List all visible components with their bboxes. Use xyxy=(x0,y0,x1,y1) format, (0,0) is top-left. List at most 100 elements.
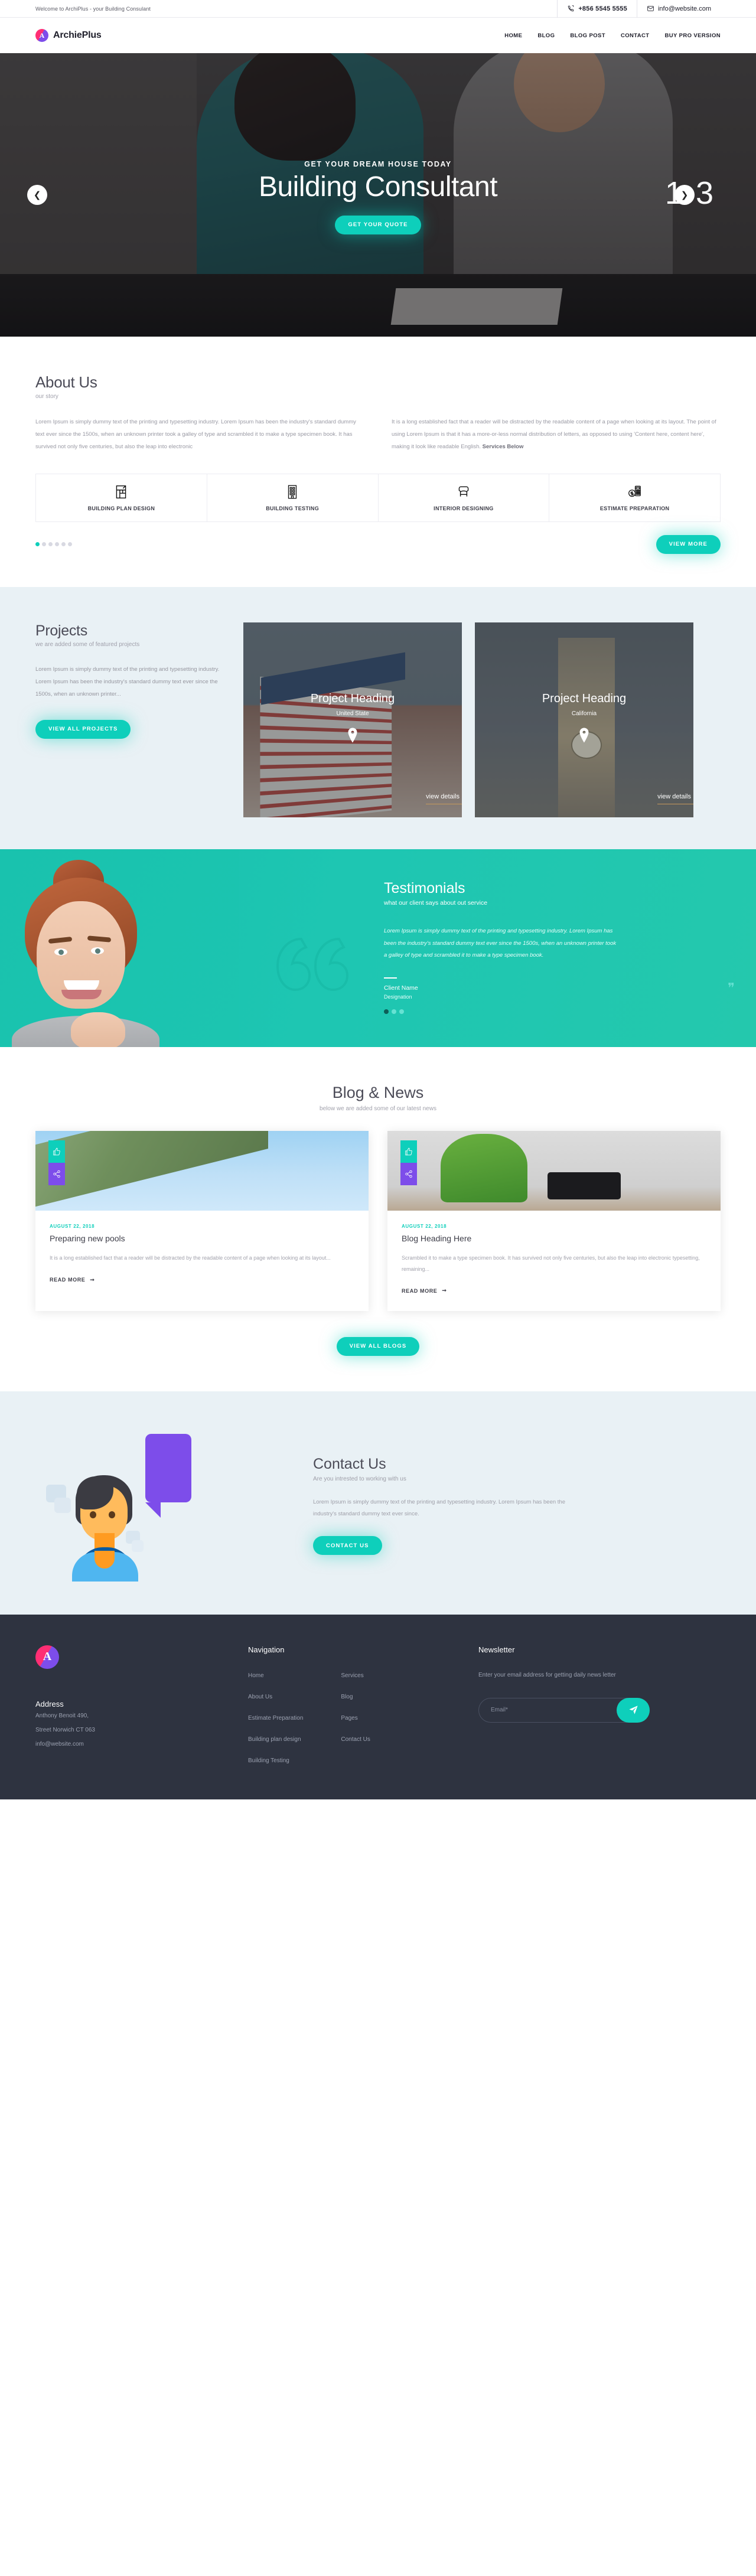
blog-thumbnail xyxy=(35,1131,369,1211)
read-more-label: READ MORE xyxy=(402,1288,437,1294)
footer-link-building-plan-design[interactable]: Building plan design xyxy=(248,1736,301,1743)
about-paragraph-2-lead: It is a long established fact that a rea… xyxy=(392,419,716,450)
footer-logo-icon[interactable]: A xyxy=(35,1645,59,1669)
primary-navigation: HOME BLOG BLOG POST CONTACT BUY PRO VERS… xyxy=(504,32,721,39)
service-label: BUILDING TESTING xyxy=(266,506,319,511)
phone-number: +856 5545 5555 xyxy=(578,5,627,12)
hero-next-button[interactable]: ❯ xyxy=(674,185,695,205)
blog-post-title[interactable]: Blog Heading Here xyxy=(402,1234,706,1243)
divider xyxy=(384,977,397,979)
building-icon xyxy=(285,484,300,500)
pagination-dot[interactable] xyxy=(399,1009,404,1014)
nav-item-buy-pro-version[interactable]: BUY PRO VERSION xyxy=(664,32,721,39)
main-navbar: A ArchiePlus HOME BLOG BLOG POST CONTACT… xyxy=(0,18,756,53)
thumbs-up-icon[interactable] xyxy=(400,1140,417,1163)
blog-date: AUGUST 22, 2018 xyxy=(402,1224,706,1229)
project-card[interactable]: Project Heading United State view detail… xyxy=(243,622,462,817)
footer-link-blog[interactable]: Blog xyxy=(341,1694,353,1700)
pagination-dot[interactable] xyxy=(392,1009,396,1014)
blog-card[interactable]: AUGUST 22, 2018 Blog Heading Here Scramb… xyxy=(387,1131,721,1311)
view-all-blogs-button[interactable]: VIEW ALL BLOGS xyxy=(337,1337,420,1356)
pagination-dot[interactable] xyxy=(55,542,59,546)
footer-link-building-testing[interactable]: Building Testing xyxy=(248,1757,289,1764)
thumbs-up-icon[interactable] xyxy=(48,1140,65,1163)
blog-date: AUGUST 22, 2018 xyxy=(50,1224,354,1229)
brand-logo[interactable]: A ArchiePlus xyxy=(35,29,102,42)
chevron-right-icon: ❯ xyxy=(681,190,689,200)
read-more-link[interactable]: READ MORE ➞ xyxy=(402,1287,447,1294)
pagination-dot[interactable] xyxy=(42,542,46,546)
newsletter-submit-button[interactable] xyxy=(617,1698,650,1723)
project-card[interactable]: Project Heading California view details xyxy=(475,622,693,817)
service-card-interior-designing[interactable]: INTERIOR DESIGNING xyxy=(379,474,550,521)
contact-us-button[interactable]: CONTACT US xyxy=(313,1536,382,1555)
floor-plan-icon xyxy=(113,484,129,500)
service-label: BUILDING PLAN DESIGN xyxy=(88,506,155,511)
services-carousel: BUILDING PLAN DESIGN BUILDING TESTING IN… xyxy=(35,474,721,522)
share-icon[interactable] xyxy=(48,1163,65,1185)
footer-address-email[interactable]: info@website.com xyxy=(35,1738,230,1751)
brand-name: ArchiePlus xyxy=(53,30,102,41)
nav-item-home[interactable]: HOME xyxy=(504,32,522,39)
pagination-dot[interactable] xyxy=(68,542,72,546)
pagination-dot[interactable] xyxy=(61,542,66,546)
about-services-below-link[interactable]: Services Below xyxy=(483,444,524,450)
project-location: California xyxy=(572,710,597,717)
testimonials-subtitle: what our client says about out service xyxy=(384,899,756,907)
service-card-estimate-preparation[interactable]: ESTIMATE PREPARATION xyxy=(549,474,720,521)
testimonials-section: ❞ Testimonials what our client says abou… xyxy=(0,849,756,1047)
projects-subtitle: we are added some of featured projects xyxy=(35,641,230,648)
speech-bubble-icon xyxy=(145,1434,191,1502)
testimonials-pagination-dots xyxy=(384,1009,756,1014)
view-more-button[interactable]: VIEW MORE xyxy=(656,535,721,554)
blog-excerpt: It is a long established fact that a rea… xyxy=(50,1253,354,1264)
armchair-icon xyxy=(456,484,471,500)
hero-prev-button[interactable]: ❮ xyxy=(27,185,47,205)
share-icon[interactable] xyxy=(400,1163,417,1185)
get-quote-button[interactable]: GET YOUR QUOTE xyxy=(335,216,421,234)
chevron-left-icon: ❮ xyxy=(34,190,41,200)
project-location: United State xyxy=(336,710,369,717)
footer-navigation-heading: Navigation xyxy=(248,1645,461,1654)
nav-item-contact[interactable]: CONTACT xyxy=(621,32,650,39)
testimonial-quote-text: Lorem Ipsum is simply dummy text of the … xyxy=(384,925,620,963)
projects-section: Projects we are added some of featured p… xyxy=(0,587,756,849)
blog-card[interactable]: AUGUST 22, 2018 Preparing new pools It i… xyxy=(35,1131,369,1311)
blog-thumbnail xyxy=(387,1131,721,1211)
footer-address-line-2: Street Norwich CT 063 xyxy=(35,1724,230,1737)
arrow-right-icon: ➞ xyxy=(442,1287,447,1294)
projects-title: Projects xyxy=(35,622,230,640)
nav-item-blog[interactable]: BLOG xyxy=(537,32,555,39)
contact-title: Contact Us xyxy=(313,1456,567,1473)
hero-title: Building Consultant xyxy=(259,171,497,203)
newsletter-form xyxy=(478,1698,650,1723)
service-card-building-testing[interactable]: BUILDING TESTING xyxy=(207,474,379,521)
footer-link-pages[interactable]: Pages xyxy=(341,1715,357,1721)
footer-link-home[interactable]: Home xyxy=(248,1672,264,1679)
footer-newsletter-description: Enter your email address for getting dai… xyxy=(478,1669,667,1681)
footer-link-contact-us[interactable]: Contact Us xyxy=(341,1736,370,1743)
map-pin-icon xyxy=(347,728,359,743)
calculator-coin-icon xyxy=(627,484,643,500)
mail-icon xyxy=(647,5,654,12)
service-card-building-plan-design[interactable]: BUILDING PLAN DESIGN xyxy=(36,474,207,521)
project-view-details-link[interactable]: view details xyxy=(426,793,462,804)
blog-post-title[interactable]: Preparing new pools xyxy=(50,1234,354,1243)
nav-item-blog-post[interactable]: BLOG POST xyxy=(570,32,605,39)
about-paragraph-1: Lorem Ipsum is simply dummy text of the … xyxy=(35,416,364,454)
pagination-dot[interactable] xyxy=(384,1009,389,1014)
project-heading: Project Heading xyxy=(311,692,395,706)
pagination-dot[interactable] xyxy=(48,542,53,546)
view-all-projects-button[interactable]: VIEW ALL PROJECTS xyxy=(35,720,131,739)
footer-link-services[interactable]: Services xyxy=(341,1672,363,1679)
paper-plane-icon xyxy=(628,1705,638,1715)
hero-kicker: GET YOUR DREAM HOUSE TODAY xyxy=(304,160,452,168)
footer-link-about-us[interactable]: About Us xyxy=(248,1694,272,1700)
project-view-details-link[interactable]: view details xyxy=(657,793,693,804)
email-contact[interactable]: info@website.com xyxy=(637,0,721,18)
footer-link-estimate-preparation[interactable]: Estimate Preparation xyxy=(248,1715,303,1721)
read-more-link[interactable]: READ MORE ➞ xyxy=(50,1277,95,1283)
about-subtitle: our story xyxy=(35,393,721,400)
pagination-dot[interactable] xyxy=(35,542,40,546)
phone-contact[interactable]: +856 5545 5555 xyxy=(557,0,637,18)
